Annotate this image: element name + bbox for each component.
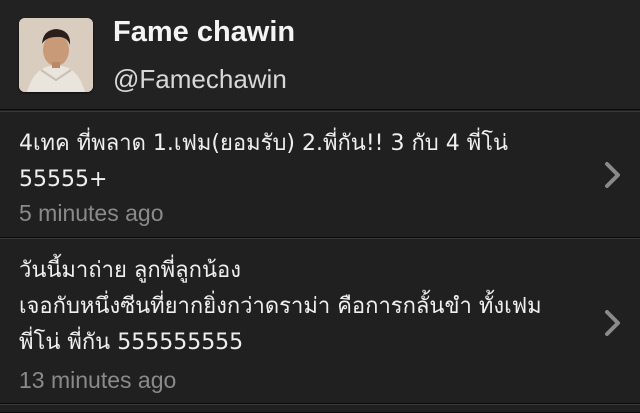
chevron-right-icon	[604, 309, 622, 337]
tweet-row[interactable]: วันนี้มาถ่าย ลูกพี่ลูกน้อง เจอกับหนึ่งซี…	[0, 238, 640, 404]
chevron-right-icon	[604, 161, 622, 189]
tweet-row-partial[interactable]	[0, 404, 640, 413]
avatar[interactable]	[19, 18, 93, 92]
tweet-row[interactable]: 4เทค ที่พลาด 1.เฟม(ยอมรับ) 2.พี่กัน!! 3 …	[0, 111, 640, 238]
tweet-text: วันนี้มาถ่าย ลูกพี่ลูกน้อง เจอกับหนึ่งซี…	[19, 258, 542, 355]
tweet-timestamp: 13 minutes ago	[19, 367, 177, 393]
tweet-timestamp: 5 minutes ago	[19, 200, 164, 226]
display-name: Fame chawin	[113, 16, 296, 48]
profile-header[interactable]: Fame chawin @Famechawin	[0, 0, 640, 110]
tweet-text: 4เทค ที่พลาด 1.เฟม(ยอมรับ) 2.พี่กัน!! 3 …	[19, 131, 509, 192]
avatar-image	[19, 18, 93, 92]
username-handle: @Famechawin	[113, 64, 287, 94]
